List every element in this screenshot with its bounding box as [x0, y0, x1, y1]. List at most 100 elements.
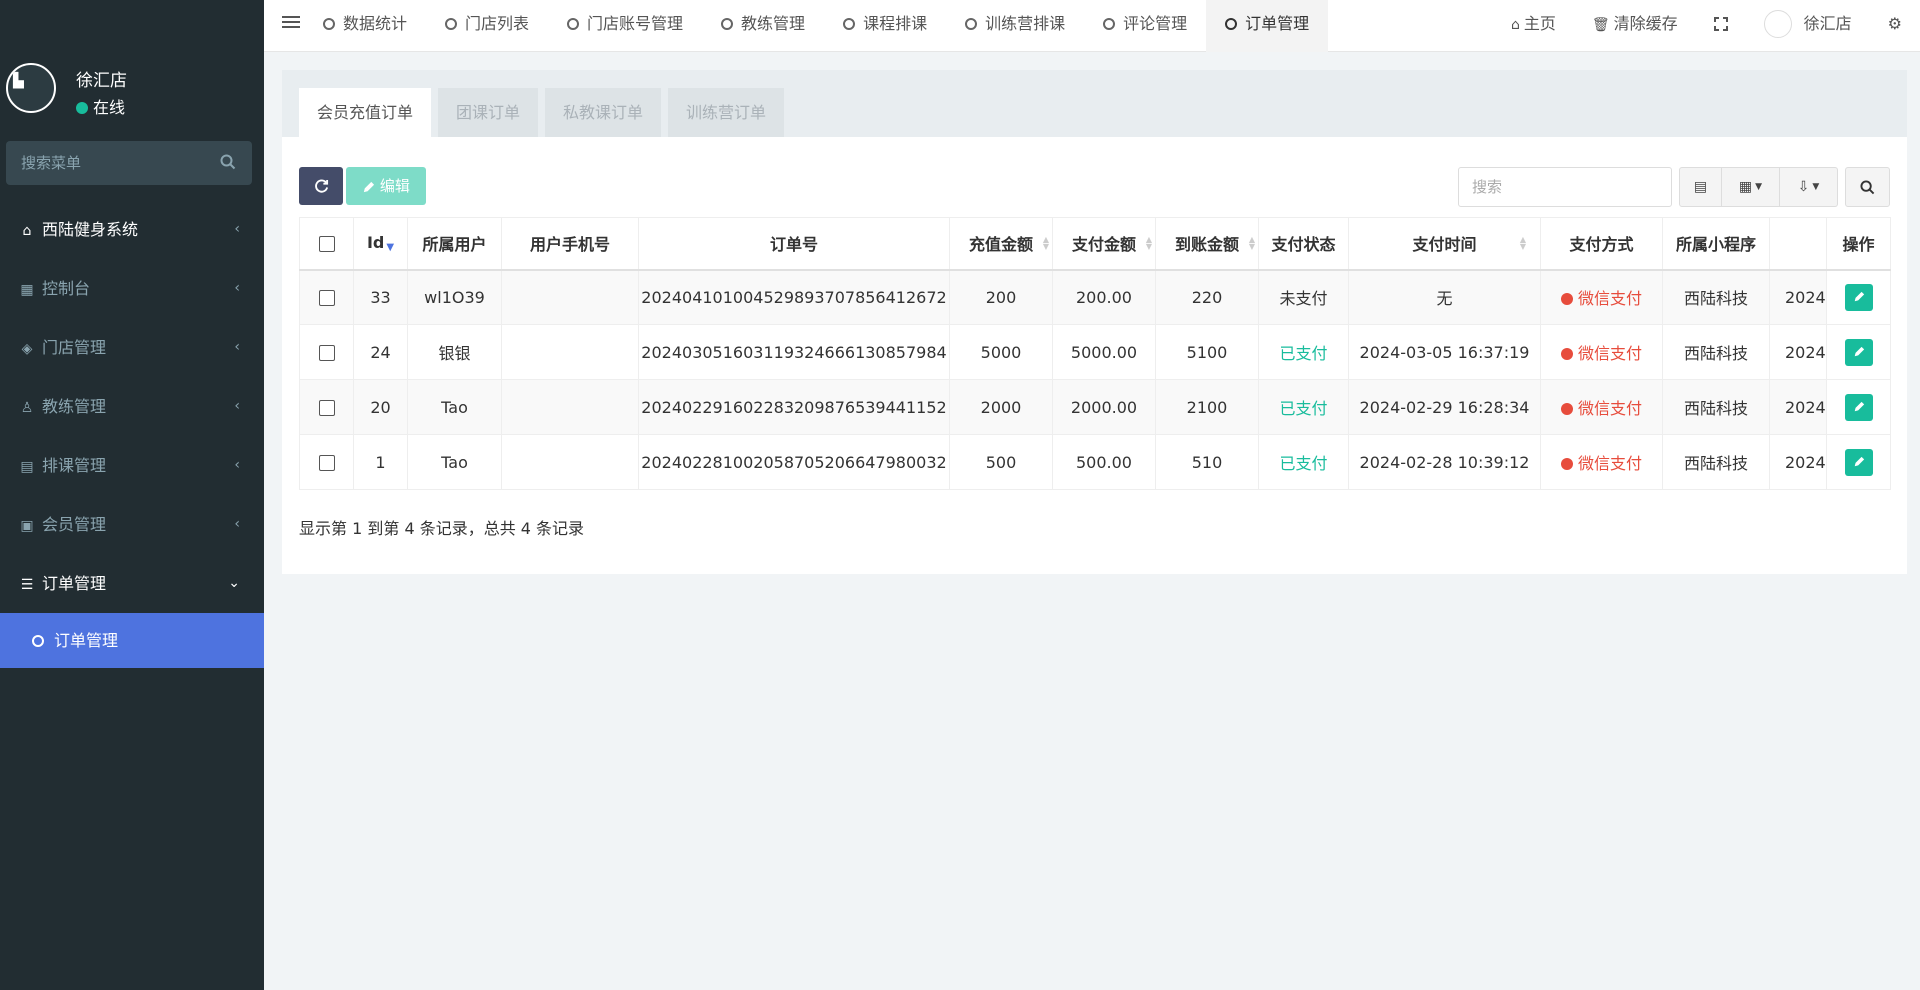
tab-statistics[interactable]: 数据统计 — [304, 0, 426, 52]
tab-coaches[interactable]: 教练管理 — [702, 0, 824, 52]
col-header-pay-method: 支付方式 — [1540, 217, 1663, 271]
cell-pay-time: 2024-03-05 16:37:19 — [1348, 324, 1541, 380]
toggle-view-button[interactable]: ▤ — [1679, 167, 1722, 207]
tab-store-accounts[interactable]: 门店账号管理 — [548, 0, 702, 52]
sidebar-item-stores[interactable]: ◈ 门店管理 ‹ — [0, 318, 264, 377]
advanced-search-button[interactable] — [1845, 167, 1890, 207]
view-options: ▤ ▦ ▼ ⇩ ▼ — [1679, 167, 1838, 207]
circle-icon — [721, 18, 734, 30]
cell-credited: 2100 — [1155, 379, 1259, 435]
tab-recharge-orders[interactable]: 会员充值订单 — [299, 88, 432, 137]
tab-comments[interactable]: 评论管理 — [1084, 0, 1206, 52]
col-header-phone: 用户手机号 — [501, 217, 639, 271]
gears-icon: ⚙ — [1887, 14, 1902, 33]
row-select-cell — [299, 434, 354, 490]
sidebar-item-coaches[interactable]: ♙ 教练管理 ‹ — [0, 377, 264, 436]
sidebar-item-label: 排课管理 — [42, 456, 107, 475]
col-header-user: 所属用户 — [407, 217, 502, 271]
tab-label: 教练管理 — [741, 14, 806, 33]
settings-button[interactable]: ⚙ — [1870, 0, 1920, 52]
list-alt-icon: ▤ — [1693, 179, 1708, 195]
home-link[interactable]: ⌂ 主页 — [1493, 0, 1574, 52]
circle-icon — [1103, 18, 1116, 30]
col-header-label: 到账金额 — [1174, 235, 1239, 255]
chevron-left-icon: ‹ — [234, 339, 240, 355]
tab-store-list[interactable]: 门店列表 — [426, 0, 548, 52]
search-icon[interactable] — [220, 154, 236, 170]
row-edit-button[interactable] — [1844, 283, 1873, 311]
status-dot-icon — [1560, 293, 1573, 306]
cell-app: 西陆科技 — [1662, 379, 1770, 435]
select-all-header — [299, 217, 354, 271]
sidebar-item-orders[interactable]: ☰ 订单管理 ⌄ — [0, 554, 264, 613]
order-type-tabs: 会员充值订单 团课订单 私教课订单 训练营订单 — [299, 88, 791, 137]
row-checkbox[interactable] — [318, 290, 335, 307]
tab-group-class-orders[interactable]: 团课订单 — [438, 88, 539, 137]
table-toolbar-right: ▤ ▦▼ ⇩▼ — [1458, 167, 1890, 207]
row-edit-button[interactable] — [1844, 393, 1873, 421]
tab-private-class-orders[interactable]: 私教课订单 — [545, 88, 662, 137]
avatar: ▙ — [6, 63, 56, 113]
cell-pay-method: 微信支付 — [1540, 324, 1663, 380]
sort-icon: ▲ ▼ — [1519, 235, 1526, 251]
cell-phone — [501, 269, 639, 325]
pencil-icon — [1854, 456, 1864, 466]
sidebar-item-dashboard[interactable]: ▦ 控制台 ‹ — [0, 259, 264, 318]
table-search-input[interactable] — [1458, 167, 1672, 207]
col-header-credited[interactable]: 到账金额 ▲ ▼ — [1155, 217, 1259, 271]
tab-camp-orders[interactable]: 训练营订单 — [668, 88, 785, 137]
windows-icon: ▦ — [20, 282, 34, 298]
col-header-paid[interactable]: 支付金额 ▲ ▼ — [1052, 217, 1156, 271]
table-row[interactable]: 33 wl1O39 20240410100452989370785641267​2 2… — [299, 269, 1891, 325]
pencil-icon — [1854, 346, 1864, 356]
clear-cache-button[interactable]: 🗑 清除缓存 — [1574, 0, 1696, 52]
tab-course-schedule[interactable]: 课程排课 — [824, 0, 946, 52]
tab-orders[interactable]: 订单管理 — [1206, 0, 1329, 52]
cell-pay-time: 2024-02-28 10:39:12 — [1348, 434, 1541, 490]
edit-button[interactable]: 编辑 — [346, 167, 426, 205]
sidebar-item-label: 订单管理 — [42, 574, 107, 593]
cell-phone — [501, 379, 639, 435]
refresh-button[interactable] — [299, 167, 343, 205]
select-all-checkbox[interactable] — [318, 236, 335, 253]
table-row[interactable]: 1 Tao 202402281002058705206647980032 500 500… — [299, 434, 1891, 490]
orders-table-wrap: Id ▼ 所属用户 用户手机号 订单号 充值金额 ▲ ▼ 支付金额 ▲ ▼ 到账金额 ▲ ▼ … — [299, 217, 1891, 490]
sidebar-item-schedule[interactable]: ▤ 排课管理 ‹ — [0, 436, 264, 495]
user-status: 在线 — [76, 94, 125, 118]
cell-pay-time: 无 — [1348, 269, 1541, 325]
tab-camp-schedule[interactable]: 训练营排课 — [946, 0, 1084, 52]
cell-order-no: 20240410100452989370785641267​2 — [638, 269, 950, 325]
table-row[interactable]: 20 Tao 202402291602283209876539441152 2000 2… — [299, 379, 1891, 435]
home-label: 主页 — [1523, 14, 1556, 33]
row-edit-button[interactable] — [1844, 338, 1873, 366]
col-header-recharge[interactable]: 充值金额 ▲ ▼ — [949, 217, 1053, 271]
order-panel: 会员充值订单 团课订单 私教课订单 训练营订单 编辑 ▤ ▦▼ ⇩▼ — [282, 70, 1907, 574]
refresh-icon — [314, 179, 328, 193]
export-button[interactable]: ⇩ ▼ — [1780, 167, 1838, 207]
row-checkbox[interactable] — [318, 345, 335, 361]
col-header-pay-time[interactable]: 支付时间 ▲ ▼ — [1348, 217, 1541, 271]
menu-toggle-icon[interactable] — [282, 14, 300, 32]
cell-order-no: 202403051603119324666130857984 — [638, 324, 950, 380]
circle-icon — [567, 18, 580, 30]
row-checkbox[interactable] — [318, 400, 335, 416]
sidebar-item-system[interactable]: ⌂ 西陆健身系统 ‹ — [0, 200, 264, 259]
row-checkbox[interactable] — [318, 455, 335, 471]
tab-label: 训练营排课 — [985, 14, 1066, 33]
avatar — [1763, 10, 1792, 38]
row-select-cell — [299, 379, 354, 435]
sidebar-item-members[interactable]: ▣ 会员管理 ‹ — [0, 495, 264, 554]
fullscreen-button[interactable] — [1696, 0, 1746, 52]
row-edit-button[interactable] — [1844, 448, 1873, 476]
col-header-id[interactable]: Id ▼ — [353, 217, 408, 271]
cell-ops — [1826, 379, 1891, 435]
columns-button[interactable]: ▦ ▼ — [1722, 167, 1780, 207]
coach-icon: ♙ — [20, 400, 34, 416]
sidebar-subitem-order-management[interactable]: 订单管理 — [0, 613, 264, 668]
table-row[interactable]: 24 银银 202403051603119324666130857984 5000 50… — [299, 324, 1891, 380]
menu-search-input[interactable] — [6, 141, 206, 185]
user-menu[interactable]: 徐汇店 — [1746, 0, 1870, 52]
caret-down-icon: ▼ — [1812, 182, 1820, 192]
cell-recharge: 2000 — [949, 379, 1053, 435]
id-card-icon: ▣ — [20, 518, 34, 534]
